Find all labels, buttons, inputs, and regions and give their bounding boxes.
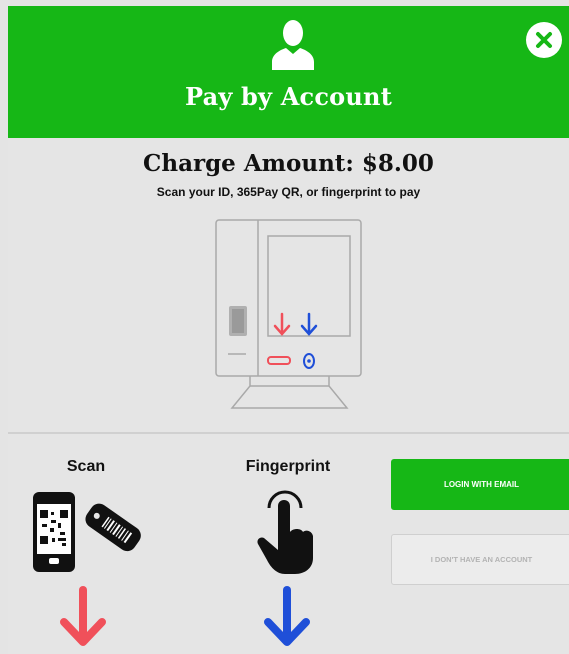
scan-arrow-icon [60, 586, 106, 646]
fingerprint-label: Fingerprint [245, 458, 331, 475]
scan-label: Scan [66, 458, 106, 475]
section-divider [8, 432, 569, 434]
id-keytag-icon [85, 503, 141, 552]
scan-arrow-small-icon [273, 312, 291, 336]
user-silhouette-icon [272, 20, 314, 70]
pay-instruction: Scan your ID, 365Pay QR, or fingerprint … [156, 185, 421, 199]
header-bar: Pay by Account [8, 6, 569, 138]
login-with-email-button[interactable]: LOGIN WITH EMAIL [391, 459, 569, 510]
pay-by-account-screen: Pay by Account Charge Amount: $8.00 Scan… [8, 6, 569, 654]
kiosk-illustration [215, 219, 362, 409]
fingerprint-arrow-icon [264, 586, 310, 646]
close-icon [536, 32, 552, 48]
no-account-button[interactable]: I DON'T HAVE AN ACCOUNT [391, 534, 569, 585]
page-title: Pay by Account [185, 82, 392, 111]
charge-amount: Charge Amount: $8.00 [143, 150, 434, 177]
fingerprint-hand-icon [257, 490, 313, 574]
fingerprint-arrow-small-icon [300, 312, 318, 336]
close-button[interactable] [526, 22, 562, 58]
